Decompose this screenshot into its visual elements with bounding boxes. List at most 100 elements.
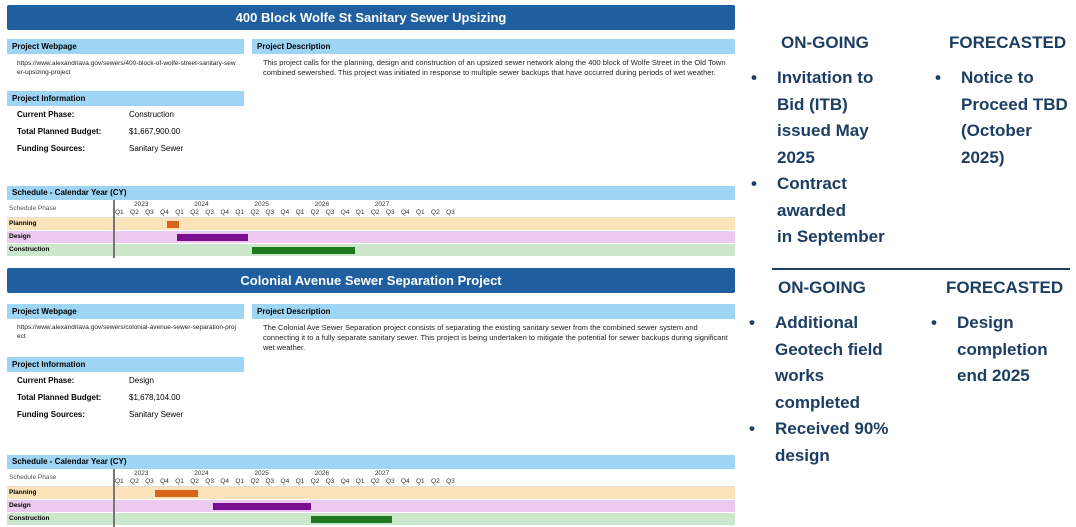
- ongoing-list: • Additional Geotech field works completed • R…: [749, 310, 929, 469]
- info-key: Current Phase:: [17, 376, 75, 385]
- year-tick-label: 2025: [254, 470, 269, 477]
- quarter-tick-label: Q4: [160, 478, 169, 485]
- schedule-divider: [113, 200, 115, 258]
- quarter-tick-label: Q1: [295, 478, 305, 485]
- schedule-bar-construction: [252, 247, 355, 254]
- bullet-line: design: [775, 445, 830, 465]
- schedule-row-label: Design: [9, 233, 31, 240]
- bullet-line: Additional: [775, 313, 859, 332]
- quarter-tick-label: Q1: [175, 478, 184, 485]
- status-bullet-item: • Received 90% design: [749, 416, 929, 469]
- forecasted-heading: FORECASTED: [949, 33, 1067, 52]
- project-card-colonial: Colonial Avenue Sewer Separation Project…: [7, 268, 735, 527]
- schedule-phase-header: Schedule Phase: [9, 474, 57, 481]
- project-webpage-link[interactable]: https://www.alexandriava.gov/sewers/colo…: [17, 324, 237, 341]
- bullet-line: Bid (ITB): [777, 94, 848, 114]
- forecasted-heading: FORECASTED: [946, 278, 1064, 297]
- quarter-tick-label: Q2: [190, 478, 199, 485]
- schedule-row-design: Design: [7, 500, 735, 512]
- year-tick-label: 2023: [134, 201, 149, 208]
- project-webpage-label: Project Webpage: [7, 39, 244, 54]
- status-bullet-item: • Additional Geotech field works completed: [749, 310, 929, 416]
- quarter-tick-label: Q1: [235, 478, 245, 485]
- status-panel-1: ON-GOING FORECASTED • Invitation to Bid (I…: [740, 30, 1076, 262]
- quarter-tick-label: Q2: [431, 209, 440, 216]
- info-value: Design: [129, 376, 154, 385]
- year-tick-label: 2024: [194, 201, 209, 208]
- quarter-tick-label: Q2: [431, 478, 440, 485]
- ongoing-heading: ON-GOING: [781, 33, 869, 52]
- info-key: Funding Sources:: [17, 410, 85, 419]
- bullet-line: completion: [957, 339, 1048, 359]
- schedule-row-label: Construction: [9, 246, 50, 253]
- bullet-line: (October: [961, 121, 1032, 140]
- bullet-line: works: [775, 366, 825, 385]
- status-bullet-item: • Invitation to Bid (ITB) issued May 2025: [751, 65, 931, 171]
- project-webpage-link[interactable]: https://www.alexandriava.gov/sewers/400-…: [17, 60, 237, 77]
- quarter-tick-label: Q3: [385, 209, 395, 216]
- project-title: 400 Block Wolfe St Sanitary Sewer Upsizi…: [7, 5, 735, 30]
- status-divider: [772, 268, 1070, 270]
- quarter-tick-label: Q3: [325, 478, 335, 485]
- quarter-tick-label: Q2: [250, 209, 260, 216]
- schedule-row-planning: Planning: [7, 487, 735, 499]
- schedule-bar-planning: [166, 221, 180, 228]
- project-card-wolfe: 400 Block Wolfe St Sanitary Sewer Upsizi…: [7, 5, 735, 258]
- bullet-line: Received 90%: [775, 419, 889, 438]
- forecasted-list: • Notice to Proceed TBD (October 2025): [935, 65, 1076, 171]
- quarter-tick-label: Q4: [400, 209, 410, 216]
- schedule-chart: Schedule - Calendar Year (CY) Schedule P…: [7, 186, 735, 259]
- quarter-tick-label: Q1: [115, 478, 124, 485]
- quarter-tick-label: Q3: [385, 478, 395, 485]
- quarter-tick-label: Q4: [280, 478, 290, 485]
- info-value: Sanitary Sewer: [129, 410, 184, 419]
- quarter-tick-label: Q4: [400, 478, 410, 485]
- quarter-tick-label: Q1: [115, 209, 124, 216]
- status-bullet-item: • Notice to Proceed TBD (October 2025): [935, 65, 1076, 171]
- status-bullet-item: • Contract awarded in September: [751, 171, 931, 251]
- quarter-tick-label: Q3: [145, 209, 154, 216]
- bullet-line: awarded: [777, 200, 846, 220]
- info-value: $1,678,104.00: [129, 393, 181, 402]
- ongoing-heading: ON-GOING: [778, 278, 866, 297]
- quarter-tick-label: Q4: [160, 209, 169, 216]
- project-description: The Colonial Ave Sewer Separation projec…: [263, 323, 728, 352]
- bullet-line: Invitation to: [777, 68, 874, 87]
- forecasted-list: • Design completion end 2025: [931, 310, 1076, 390]
- quarter-tick-label: Q2: [190, 209, 199, 216]
- schedule-chart: Schedule - Calendar Year (CY) Schedule P…: [7, 455, 735, 527]
- bullet-line: end 2025: [957, 366, 1030, 385]
- year-tick-label: 2026: [314, 470, 330, 477]
- ongoing-list: • Invitation to Bid (ITB) issued May 2025 • Co…: [751, 65, 931, 251]
- info-key: Current Phase:: [17, 110, 75, 119]
- schedule-row-label: Planning: [9, 489, 37, 496]
- quarter-tick-label: Q3: [446, 478, 455, 485]
- bullet-icon: •: [749, 313, 755, 332]
- schedule-bar-design: [177, 234, 248, 241]
- quarter-tick-label: Q1: [416, 478, 425, 485]
- bullet-line: 2025: [777, 147, 815, 167]
- project-description: This project calls for the planning, des…: [263, 58, 726, 77]
- bullet-line: issued May: [777, 121, 869, 140]
- project-description-label: Project Description: [252, 304, 735, 319]
- project-information-label: Project Information: [7, 357, 244, 372]
- year-tick-label: 2027: [374, 470, 390, 477]
- quarter-tick-label: Q3: [145, 478, 154, 485]
- schedule-row-label: Construction: [9, 515, 50, 522]
- quarter-tick-label: Q4: [220, 478, 230, 485]
- quarter-tick-label: Q3: [446, 209, 455, 216]
- schedule-bar-planning: [155, 490, 198, 497]
- schedule-row-label: Design: [9, 502, 31, 509]
- schedule-bar-design: [213, 503, 312, 510]
- status-bullet-item: • Design completion end 2025: [931, 310, 1076, 390]
- info-value: $1,667,900.00: [129, 127, 181, 136]
- bullet-line: in September: [777, 227, 885, 246]
- quarter-tick-label: Q2: [250, 478, 260, 485]
- quarter-tick-label: Q4: [340, 209, 350, 216]
- bullet-line: Design: [957, 313, 1014, 332]
- quarter-tick-label: Q1: [235, 209, 245, 216]
- quarter-tick-label: Q3: [265, 209, 275, 216]
- quarter-tick-label: Q4: [340, 478, 350, 485]
- info-value: Sanitary Sewer: [129, 144, 184, 153]
- bullet-icon: •: [935, 68, 941, 87]
